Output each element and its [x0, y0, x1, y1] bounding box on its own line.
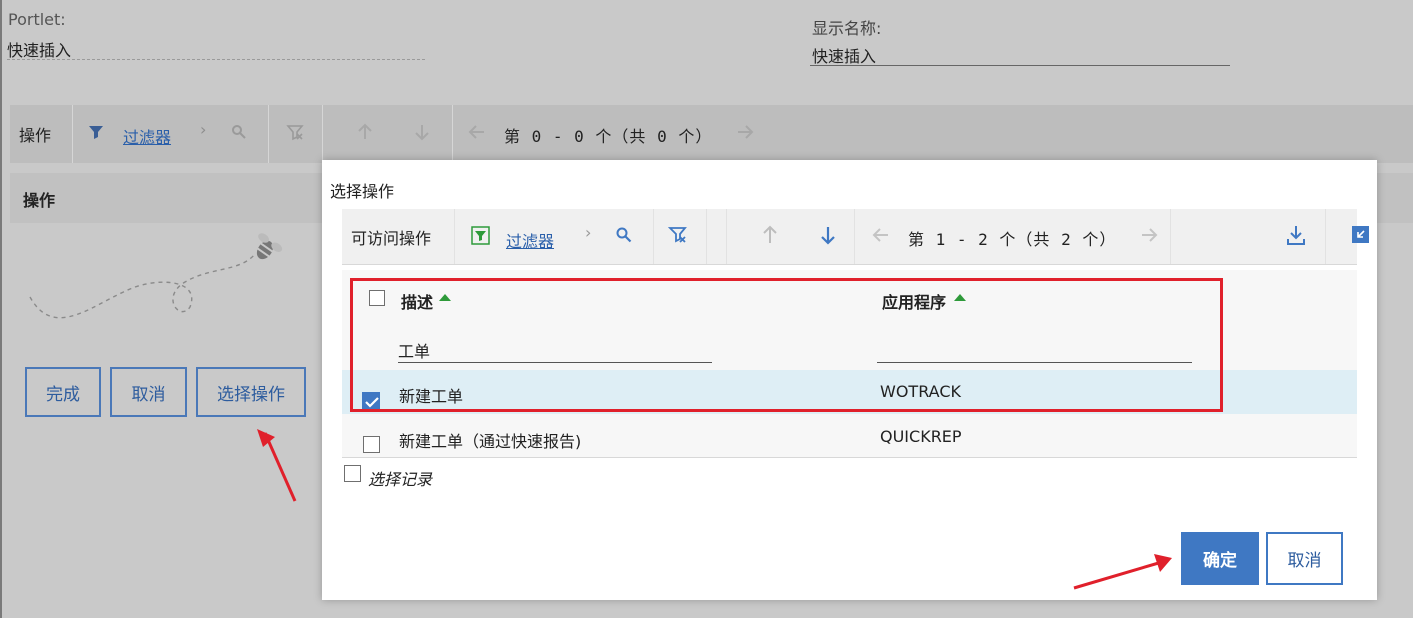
clear-filter-icon[interactable]	[286, 123, 304, 141]
toolbar-separator	[706, 209, 707, 264]
toolbar-separator	[854, 209, 855, 264]
toolbar-separator	[726, 209, 727, 264]
arrow-right-icon[interactable]	[1140, 227, 1158, 243]
dialog-cancel-button[interactable]: 取消	[1266, 532, 1343, 585]
filter-icon[interactable]	[471, 226, 490, 245]
arrow-left-icon[interactable]	[468, 124, 486, 140]
toolbar-separator	[454, 209, 455, 264]
arrow-down-icon[interactable]	[414, 123, 430, 141]
select-action-dialog: 选择操作 可访问操作 过滤器 › 第 1 - 2 个（共 2 个） 描述 应用程…	[322, 160, 1377, 600]
download-icon[interactable]	[1286, 224, 1306, 246]
dialog-toolbar: 可访问操作 过滤器 › 第 1 - 2 个（共 2 个）	[342, 209, 1369, 265]
chevron-right-icon[interactable]: ›	[200, 120, 206, 139]
row-checkbox[interactable]	[363, 436, 380, 453]
arrow-up-icon[interactable]	[762, 225, 778, 245]
empty-state-illustration	[29, 233, 283, 319]
toolbar-separator	[653, 209, 654, 264]
background-toolbar-title: 操作	[19, 126, 52, 145]
background-filter-link[interactable]: 过滤器	[123, 124, 171, 148]
toolbar-separator	[268, 105, 269, 163]
background-cancel-button[interactable]: 取消	[110, 367, 187, 417]
row-description: 新建工单（通过快速报告)	[399, 432, 582, 451]
select-records-label[interactable]: 选择记录	[368, 466, 432, 490]
arrow-down-icon[interactable]	[820, 225, 836, 245]
search-icon[interactable]	[231, 124, 247, 140]
display-name-field[interactable]: 快速插入	[812, 43, 876, 67]
search-icon[interactable]	[615, 226, 633, 244]
left-border	[0, 0, 2, 618]
toolbar-separator	[452, 105, 453, 163]
toolbar-separator	[72, 105, 73, 163]
background-section-title: 操作	[23, 191, 56, 210]
filter-icon[interactable]	[88, 124, 104, 140]
annotation-arrow	[257, 429, 297, 502]
toolbar-separator	[322, 105, 323, 163]
portlet-underline	[7, 59, 425, 60]
display-name-underline	[810, 65, 1230, 66]
dialog-pager-text: 第 1 - 2 个（共 2 个）	[908, 230, 1117, 249]
background-toolbar: 操作 过滤器 › 第 0 - 0 个（共 0 个）	[10, 105, 1413, 163]
done-button[interactable]: 完成	[25, 367, 101, 417]
chevron-right-icon[interactable]: ›	[585, 223, 591, 242]
toolbar-separator	[1170, 209, 1171, 264]
arrow-left-icon[interactable]	[872, 227, 890, 243]
select-records-checkbox[interactable]	[344, 465, 361, 482]
table-row[interactable]: 新建工单（通过快速报告) QUICKREP	[342, 414, 1357, 458]
minimize-icon[interactable]	[1352, 226, 1369, 243]
select-action-button[interactable]: 选择操作	[196, 367, 306, 417]
dialog-filter-link[interactable]: 过滤器	[506, 228, 554, 252]
arrow-up-icon[interactable]	[357, 123, 373, 141]
display-name-label: 显示名称:	[812, 19, 882, 38]
portlet-label: Portlet:	[8, 10, 66, 29]
row-application: QUICKREP	[880, 427, 962, 446]
dialog-toolbar-title: 可访问操作	[351, 229, 432, 248]
annotation-arrow	[1073, 554, 1172, 590]
arrow-right-icon[interactable]	[736, 124, 754, 140]
ok-button[interactable]: 确定	[1181, 532, 1259, 585]
portlet-value: 快速插入	[7, 41, 72, 60]
dialog-title: 选择操作	[330, 182, 395, 201]
highlight-box	[350, 278, 1223, 412]
background-pager-text: 第 0 - 0 个（共 0 个）	[504, 127, 713, 146]
clear-filter-icon[interactable]	[668, 225, 688, 245]
toolbar-separator	[1325, 209, 1326, 264]
